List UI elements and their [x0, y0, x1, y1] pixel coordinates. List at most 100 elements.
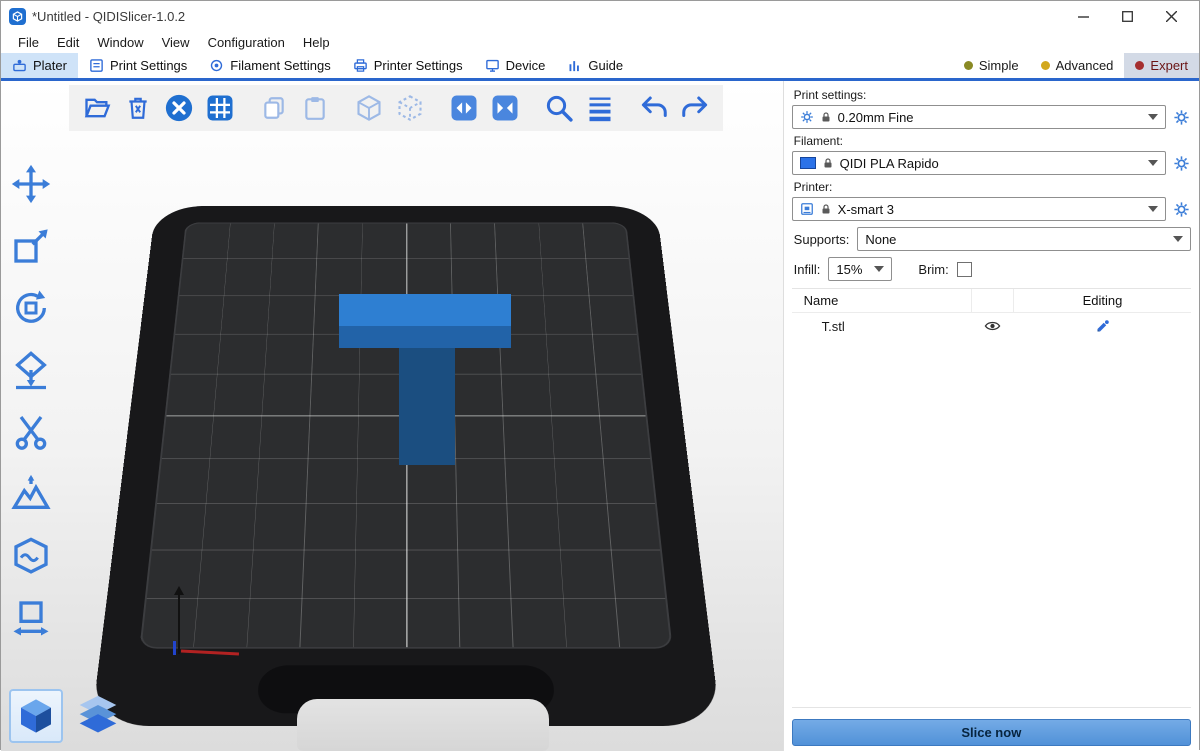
- eye-icon[interactable]: [984, 319, 1001, 333]
- search-icon[interactable]: [541, 90, 577, 126]
- y-axis-mark: [173, 641, 176, 655]
- filament-color-swatch: [800, 157, 816, 169]
- tab-plater[interactable]: Plater: [1, 53, 78, 78]
- toolbar-separator: [338, 90, 346, 126]
- mode-simple[interactable]: Simple: [953, 53, 1030, 78]
- tab-label: Filament Settings: [230, 58, 330, 73]
- model-top-face[interactable]: [339, 294, 511, 326]
- tab-device[interactable]: Device: [474, 53, 557, 78]
- bed-front-cutout: [297, 699, 549, 751]
- paint-supports-tool-icon[interactable]: [7, 471, 55, 517]
- object-list-header: Name Editing: [792, 289, 1191, 313]
- title-bar: *Untitled - QIDISlicer-1.0.2: [1, 1, 1199, 31]
- printer-gear-button[interactable]: [1171, 201, 1191, 218]
- toolbar-separator: [623, 90, 631, 126]
- print-settings-icon: [89, 58, 104, 73]
- tab-label: Printer Settings: [374, 58, 463, 73]
- preview-view-icon[interactable]: [71, 689, 125, 743]
- place-on-face-tool-icon[interactable]: [7, 347, 55, 393]
- menu-bar: File Edit Window View Configuration Help: [1, 31, 1199, 53]
- paste-icon[interactable]: [297, 90, 333, 126]
- tab-guide[interactable]: Guide: [556, 53, 634, 78]
- remove-instance-icon[interactable]: [392, 90, 428, 126]
- lock-icon: [820, 111, 832, 124]
- menu-edit[interactable]: Edit: [48, 35, 88, 50]
- object-name[interactable]: T.stl: [792, 319, 971, 334]
- filament-combo[interactable]: QIDI PLA Rapido: [792, 151, 1166, 175]
- simple-mode-dot-icon: [964, 61, 973, 70]
- delete-all-icon[interactable]: [161, 90, 197, 126]
- slice-now-button[interactable]: Slice now: [792, 719, 1191, 746]
- tab-label: Device: [506, 58, 546, 73]
- mode-expert[interactable]: Expert: [1124, 53, 1199, 78]
- tab-label: Plater: [33, 58, 67, 73]
- editing-column-header: Editing: [1013, 289, 1191, 312]
- split-parts-icon[interactable]: [487, 90, 523, 126]
- tab-print-settings[interactable]: Print Settings: [78, 53, 198, 78]
- delete-icon[interactable]: [120, 90, 156, 126]
- menu-window[interactable]: Window: [88, 35, 152, 50]
- object-list-row[interactable]: T.stl: [792, 313, 1191, 339]
- toolbar-separator: [528, 90, 536, 126]
- menu-view[interactable]: View: [153, 35, 199, 50]
- chevron-down-icon: [1173, 236, 1183, 242]
- redo-icon[interactable]: [677, 90, 713, 126]
- filament-value: QIDI PLA Rapido: [840, 156, 939, 171]
- filament-label: Filament:: [794, 134, 1191, 148]
- model-stem[interactable]: [399, 348, 455, 465]
- move-tool-icon[interactable]: [7, 161, 55, 207]
- add-instance-icon[interactable]: [351, 90, 387, 126]
- close-icon[interactable]: [1149, 1, 1193, 31]
- tab-printer-settings[interactable]: Printer Settings: [342, 53, 474, 78]
- editing-icon[interactable]: [1095, 319, 1110, 334]
- filament-gear-button[interactable]: [1171, 155, 1191, 172]
- supports-value: None: [865, 232, 896, 247]
- measure-tool-icon[interactable]: [7, 595, 55, 641]
- menu-configuration[interactable]: Configuration: [199, 35, 294, 50]
- printer-icon: [800, 202, 814, 216]
- scale-tool-icon[interactable]: [7, 223, 55, 269]
- printer-label: Printer:: [794, 180, 1191, 194]
- tab-filament-settings[interactable]: Filament Settings: [198, 53, 341, 78]
- seam-tool-icon[interactable]: [7, 533, 55, 579]
- left-toolbar: [7, 161, 55, 641]
- arrange-icon[interactable]: [202, 90, 238, 126]
- open-folder-icon[interactable]: [79, 90, 115, 126]
- visibility-column-header: [971, 289, 1013, 312]
- mode-advanced[interactable]: Advanced: [1030, 53, 1125, 78]
- mode-label: Simple: [979, 58, 1019, 73]
- preset-gear-icon: [800, 110, 814, 124]
- printer-settings-icon: [353, 58, 368, 73]
- model-front-face[interactable]: [339, 326, 511, 348]
- brim-checkbox[interactable]: [957, 262, 972, 277]
- print-settings-value: 0.20mm Fine: [838, 110, 914, 125]
- maximize-icon[interactable]: [1105, 1, 1149, 31]
- print-settings-gear-button[interactable]: [1171, 109, 1191, 126]
- supports-label: Supports:: [794, 232, 850, 247]
- 3d-viewport[interactable]: [1, 81, 783, 751]
- app-icon: [9, 8, 26, 25]
- menu-help[interactable]: Help: [294, 35, 339, 50]
- variable-layer-height-icon[interactable]: [582, 90, 618, 126]
- print-bed[interactable]: [91, 206, 721, 726]
- 3d-editor-view-icon[interactable]: [9, 689, 63, 743]
- print-settings-combo[interactable]: 0.20mm Fine: [792, 105, 1166, 129]
- copy-icon[interactable]: [256, 90, 292, 126]
- supports-select[interactable]: None: [857, 227, 1191, 251]
- infill-select[interactable]: 15%: [828, 257, 892, 281]
- chevron-down-icon: [1148, 114, 1158, 120]
- top-toolbar: [69, 85, 723, 131]
- infill-label: Infill:: [794, 262, 821, 277]
- cut-tool-icon[interactable]: [7, 409, 55, 455]
- app-icon-glyph: [12, 11, 23, 22]
- minimize-icon[interactable]: [1061, 1, 1105, 31]
- menu-file[interactable]: File: [9, 35, 48, 50]
- plater-icon: [12, 58, 27, 73]
- slice-now-label: Slice now: [961, 725, 1021, 740]
- guide-icon: [567, 58, 582, 73]
- printer-combo[interactable]: X-smart 3: [792, 197, 1166, 221]
- split-objects-icon[interactable]: [446, 90, 482, 126]
- brim-label: Brim:: [918, 262, 948, 277]
- undo-icon[interactable]: [636, 90, 672, 126]
- rotate-tool-icon[interactable]: [7, 285, 55, 331]
